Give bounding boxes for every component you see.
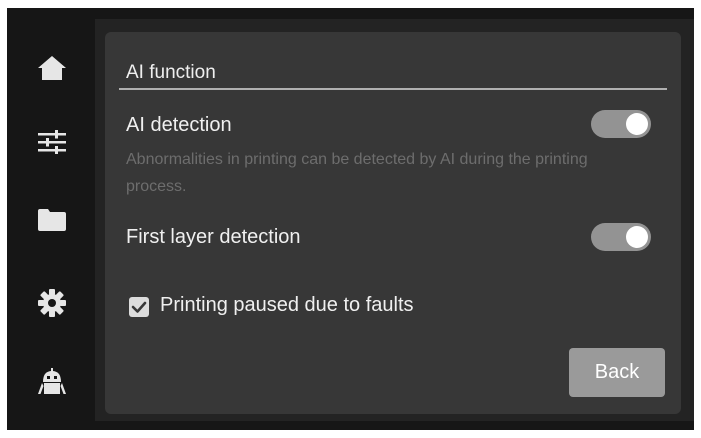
sidebar-item-home[interactable]	[7, 38, 97, 98]
pause-on-faults-checkbox[interactable]	[129, 297, 149, 317]
divider	[119, 88, 667, 90]
back-button[interactable]: Back	[569, 348, 665, 397]
sidebar-item-files[interactable]	[7, 190, 97, 250]
ai-function-panel: AI function AI detection Abnormalities i…	[105, 32, 681, 414]
folder-icon	[38, 209, 66, 231]
first-layer-detection-label: First layer detection	[126, 226, 301, 248]
sidebar-item-controls[interactable]	[7, 112, 97, 172]
section-title: AI function	[126, 62, 216, 83]
sidebar-item-ai[interactable]	[7, 352, 97, 412]
ai-detection-label: AI detection	[126, 114, 232, 136]
sliders-icon	[38, 130, 66, 154]
toggle-knob	[626, 226, 648, 248]
sidebar	[7, 8, 97, 430]
printer-screen: AI function AI detection Abnormalities i…	[7, 8, 694, 430]
ai-detection-toggle[interactable]	[591, 110, 651, 138]
home-icon	[37, 55, 67, 81]
toggle-knob	[626, 113, 648, 135]
checkmark-icon	[129, 301, 149, 321]
first-layer-detection-toggle[interactable]	[591, 223, 651, 251]
robot-icon	[37, 368, 67, 396]
sidebar-item-settings[interactable]	[7, 273, 97, 333]
ai-detection-description: Abnormalities in printing can be detecte…	[126, 151, 588, 195]
gear-icon	[38, 289, 66, 317]
pause-on-faults-label: Printing paused due to faults	[160, 294, 414, 316]
